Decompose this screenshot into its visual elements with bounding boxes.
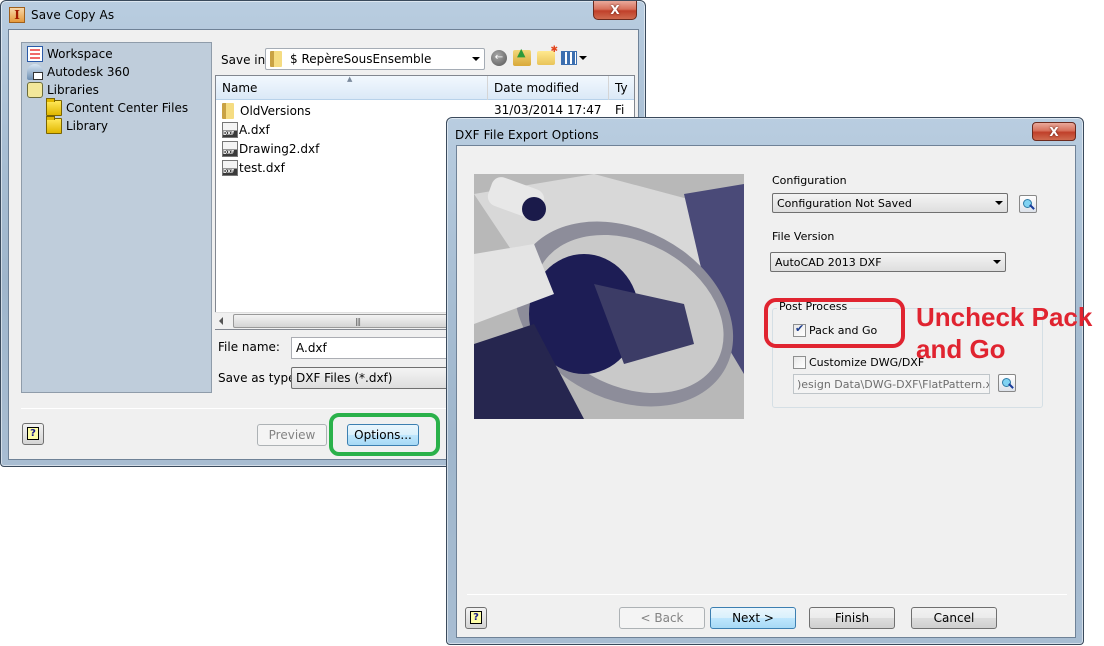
cancel-button[interactable]: Cancel <box>911 607 997 629</box>
sort-ascending-icon: ▲ <box>347 75 353 83</box>
column-divider[interactable] <box>608 76 609 100</box>
file-row[interactable]: A.dxf <box>222 120 270 139</box>
cloud-icon <box>27 64 43 80</box>
configuration-value: Configuration Not Saved <box>777 196 912 210</box>
close-button[interactable]: X <box>593 1 637 20</box>
place-library[interactable]: Library <box>46 116 108 135</box>
file-name-label: File name: <box>218 340 280 354</box>
place-label: Content Center Files <box>66 101 189 115</box>
places-panel: Workspace Autodesk 360 Libraries Content… <box>21 42 212 393</box>
workspace-icon <box>27 46 43 62</box>
options-highlight-annotation <box>329 413 440 456</box>
file-row[interactable]: test.dxf <box>222 158 285 177</box>
place-label: Libraries <box>47 83 99 97</box>
place-label: Library <box>66 119 108 133</box>
pack-and-go-highlight-annotation <box>764 298 905 348</box>
column-header-name[interactable]: Name <box>222 81 257 95</box>
save-in-dropdown[interactable]: $ RepèreSousEnsemble <box>265 48 485 70</box>
configuration-dropdown[interactable]: Configuration Not Saved <box>772 193 1008 213</box>
navigation-toolbar: ← <box>491 45 587 66</box>
file-version-label: File Version <box>772 230 835 243</box>
libraries-icon <box>27 82 43 98</box>
up-folder-icon[interactable] <box>513 46 531 66</box>
preview-button[interactable]: Preview <box>257 424 327 446</box>
back-icon[interactable]: ← <box>491 50 507 66</box>
dialog-body: Configuration Configuration Not Saved Fi… <box>456 145 1076 638</box>
instruction-text: Uncheck Pack and Go <box>916 302 1093 364</box>
window-title: Save Copy As <box>31 8 115 22</box>
list-header: ▲ Name Date modified Ty <box>216 76 634 100</box>
close-icon: X <box>1049 124 1059 139</box>
save-in-label: Save in: <box>221 53 270 67</box>
dxf-file-icon <box>222 140 238 157</box>
chevron-down-icon <box>993 260 1001 264</box>
folder-icon <box>46 116 62 134</box>
folder-icon <box>46 98 62 116</box>
browse-customize-button[interactable] <box>998 374 1016 392</box>
place-label: Autodesk 360 <box>47 65 130 79</box>
next-button[interactable]: Next > <box>710 607 796 629</box>
title-bar[interactable]: I Save Copy As X <box>1 1 645 29</box>
file-version-dropdown[interactable]: AutoCAD 2013 DXF <box>770 252 1006 272</box>
help-button[interactable]: ? <box>465 607 487 629</box>
file-version-value: AutoCAD 2013 DXF <box>775 255 882 269</box>
close-icon: X <box>610 3 620 17</box>
chevron-down-icon <box>472 57 480 61</box>
customize-path-input[interactable]: )esign Data\DWG-DXF\FlatPattern.xml <box>793 374 990 394</box>
file-name: Drawing2.dxf <box>239 141 320 156</box>
save-as-type-value: DXF Files (*.dxf) <box>296 371 393 385</box>
column-header-date[interactable]: Date modified <box>494 81 579 95</box>
save-in-value: $ RepèreSousEnsemble <box>290 52 432 66</box>
file-name: A.dxf <box>239 122 270 137</box>
file-type: Fi <box>615 103 625 117</box>
scroll-left-icon[interactable] <box>219 317 223 325</box>
view-menu-icon[interactable] <box>561 51 577 65</box>
help-icon: ? <box>27 427 39 440</box>
column-divider[interactable] <box>487 76 488 100</box>
place-autodesk-360[interactable]: Autodesk 360 <box>27 63 130 81</box>
place-workspace[interactable]: Workspace <box>27 45 113 63</box>
window-title: DXF File Export Options <box>455 128 599 142</box>
file-row[interactable]: OldVersions <box>222 101 311 120</box>
customize-dwg-dxf-checkbox[interactable] <box>793 356 806 369</box>
divider <box>467 594 1067 595</box>
place-content-center-files[interactable]: Content Center Files <box>46 98 189 117</box>
back-button[interactable]: < Back <box>619 607 705 629</box>
file-row[interactable]: Drawing2.dxf <box>222 139 319 158</box>
folder-icon <box>222 102 234 119</box>
chevron-down-icon[interactable] <box>579 56 587 60</box>
file-date: 31/03/2014 17:47 <box>494 103 602 117</box>
customize-dwg-dxf-label[interactable]: Customize DWG/DXF <box>809 356 924 369</box>
close-button[interactable]: X <box>1032 122 1076 141</box>
place-label: Workspace <box>47 47 113 61</box>
configuration-label: Configuration <box>772 174 847 187</box>
part-preview-image <box>474 174 744 419</box>
preview-graphic <box>474 174 744 419</box>
folder-icon <box>270 51 282 67</box>
file-name: test.dxf <box>239 160 285 175</box>
dxf-export-options-dialog: DXF File Export Options X Configuration … <box>446 117 1084 645</box>
dxf-file-icon <box>222 121 238 138</box>
file-name: OldVersions <box>240 103 311 118</box>
title-bar[interactable]: DXF File Export Options X <box>447 118 1083 146</box>
save-as-type-label: Save as type: <box>218 371 300 385</box>
help-icon: ? <box>470 611 482 624</box>
finish-button[interactable]: Finish <box>809 607 895 629</box>
new-folder-icon[interactable] <box>537 45 558 65</box>
dxf-file-icon <box>222 159 238 176</box>
place-libraries[interactable]: Libraries <box>27 81 99 99</box>
browse-configuration-button[interactable] <box>1019 195 1037 213</box>
instruction-annotation: Uncheck Pack and Go <box>916 301 1104 365</box>
grip-icon: ||| <box>355 317 361 326</box>
help-button[interactable]: ? <box>22 423 44 445</box>
chevron-down-icon <box>995 201 1003 205</box>
inventor-app-icon: I <box>9 7 25 23</box>
column-header-type[interactable]: Ty <box>615 81 628 95</box>
